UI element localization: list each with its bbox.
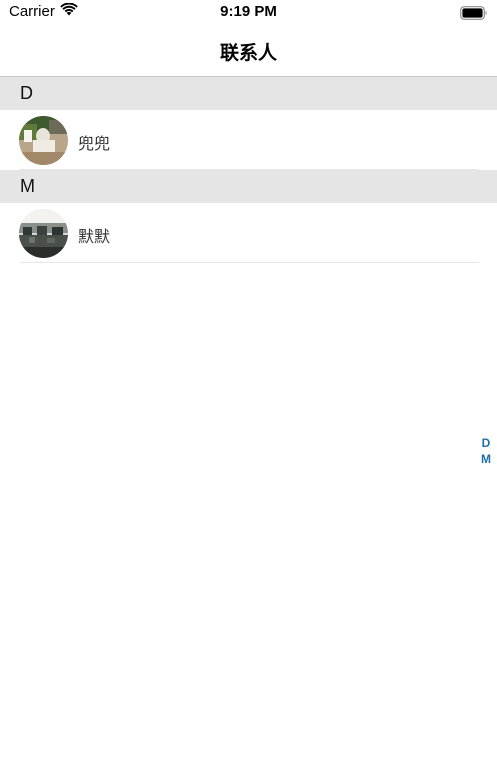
status-time: 9:19 PM [220,3,277,20]
navigation-bar: 联系人 [0,26,497,77]
section-letter: D [20,83,33,103]
row-separator [20,262,479,263]
page-title: 联系人 [219,42,277,64]
section-index[interactable]: D M [479,435,493,467]
avatar [19,116,68,165]
avatar [19,209,68,258]
section-letter: M [20,176,35,196]
contact-row[interactable]: 兜兜 [0,110,497,170]
contacts-screen: Carrier 9:19 PM 联系人 D 兜兜 M 默默 D M [0,0,497,783]
section-header-d: D [0,77,497,110]
index-item-m[interactable]: M [479,451,493,467]
contact-name: 兜兜 [78,134,111,153]
contact-list[interactable]: D 兜兜 M 默默 [0,77,497,263]
status-bar: Carrier 9:19 PM [0,0,497,26]
contact-row[interactable]: 默默 [0,203,497,263]
contact-name: 默默 [78,227,111,246]
index-item-d[interactable]: D [479,435,493,451]
battery-icon [460,5,488,24]
section-header-m: M [0,170,497,203]
